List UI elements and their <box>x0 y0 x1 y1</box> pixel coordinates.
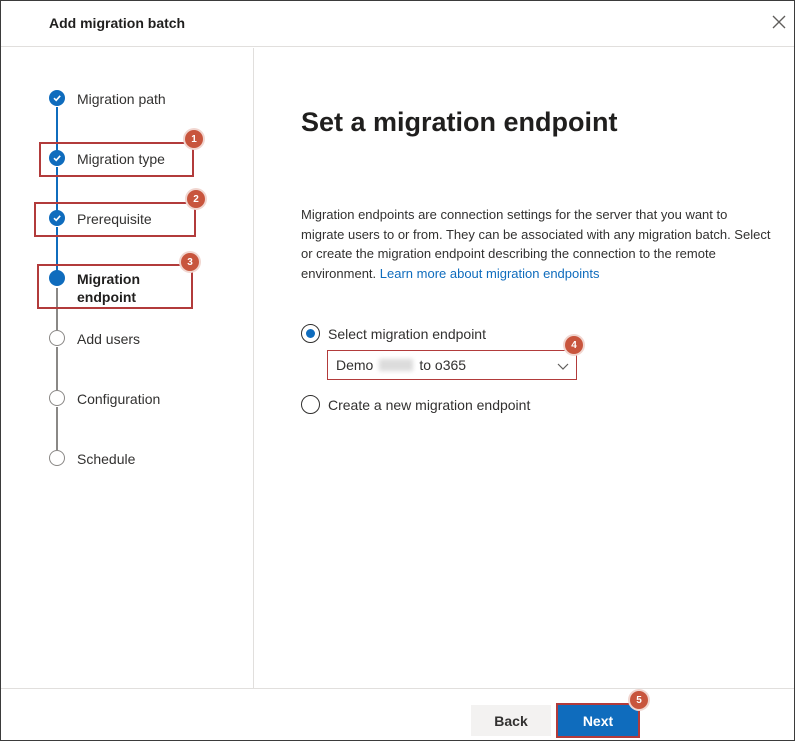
dialog: Add migration batch Migration path Migra… <box>0 0 795 741</box>
next-button[interactable]: Next <box>556 703 640 738</box>
dropdown-value-prefix: Demo <box>336 357 374 373</box>
annotation-badge: 3 <box>181 253 199 271</box>
stepper-connector <box>56 347 58 390</box>
step-label: Configuration <box>77 391 161 407</box>
radio-label: Select migration endpoint <box>328 325 486 342</box>
annotation-badge: 5 <box>630 691 648 709</box>
annotation-badge: 4 <box>565 336 583 354</box>
step-configuration: Configuration <box>49 390 160 408</box>
radio-label: Create a new migration endpoint <box>328 396 531 413</box>
step-schedule: Schedule <box>49 450 135 468</box>
dialog-header: Add migration batch <box>1 1 794 47</box>
highlight-box <box>34 202 196 237</box>
pending-step-dot <box>49 390 65 406</box>
chevron-down-icon <box>557 363 569 370</box>
step-label: Add users <box>77 331 141 347</box>
dialog-footer: Back Next <box>1 688 794 740</box>
pending-step-dot <box>49 330 65 346</box>
description: Migration endpoints are connection setti… <box>301 205 773 283</box>
redacted-text <box>379 359 414 371</box>
close-icon[interactable] <box>770 13 788 31</box>
step-label: Schedule <box>77 451 136 467</box>
radio-create-endpoint[interactable]: Create a new migration endpoint <box>301 395 530 414</box>
pending-step-dot <box>49 450 65 466</box>
endpoint-dropdown[interactable]: Demo to o365 <box>327 350 577 380</box>
page-title: Set a migration endpoint <box>301 107 618 137</box>
step-migration-path: Migration path <box>49 90 166 108</box>
stepper-connector <box>56 407 58 450</box>
check-icon <box>49 90 65 106</box>
radio-indicator <box>306 329 315 338</box>
dropdown-value-suffix: to o365 <box>419 357 467 373</box>
learn-more-link[interactable]: Learn more about migration endpoints <box>380 266 600 281</box>
highlight-box <box>37 264 193 309</box>
annotation-badge: 1 <box>185 130 203 148</box>
radio-select-endpoint[interactable]: Select migration endpoint <box>301 324 486 343</box>
step-add-users: Add users <box>49 330 140 348</box>
back-button[interactable]: Back <box>471 705 551 736</box>
dialog-title: Add migration batch <box>49 15 186 31</box>
radio-button-selected[interactable] <box>301 324 320 343</box>
annotation-badge: 2 <box>187 190 205 208</box>
radio-button-unselected[interactable] <box>301 395 320 414</box>
highlight-box <box>39 142 194 177</box>
step-label: Migration path <box>77 91 166 107</box>
